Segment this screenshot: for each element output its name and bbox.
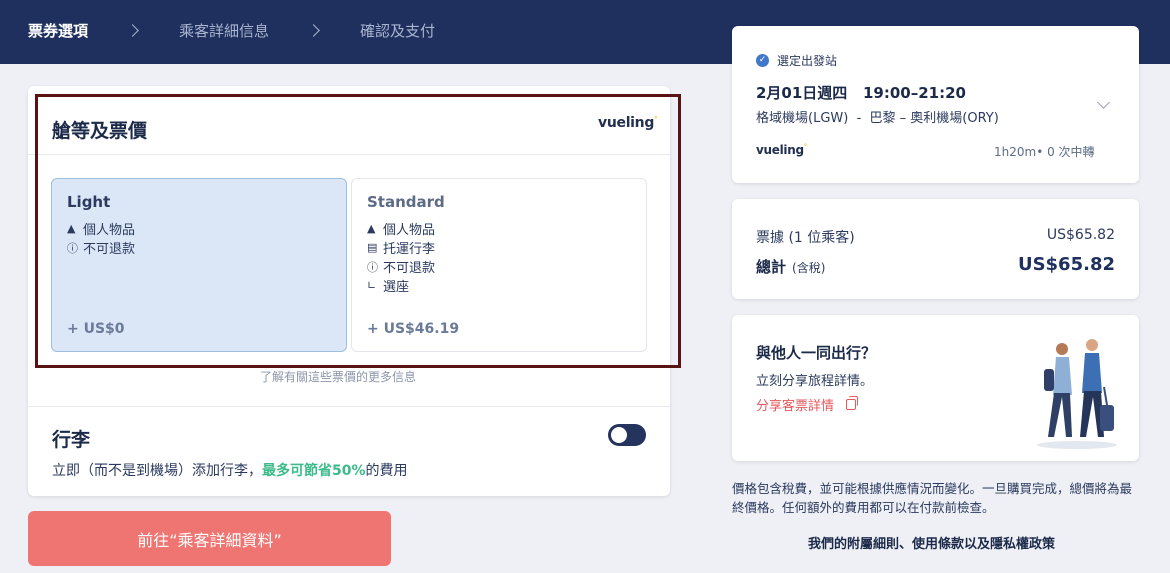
share-trip-card: 與他人一同出行？ 立刻分享旅程詳情。 分享客票詳情 [732, 315, 1139, 461]
selected-departure-label: ✓ 選定出發站 [756, 52, 837, 69]
flight-duration: 1h20m• 0 次中轉 [994, 145, 1095, 159]
divider [28, 406, 670, 407]
chevron-right-icon [307, 24, 320, 37]
selected-flight-card[interactable]: ✓ 選定出發站 2月01日週四 19:00–21:20 格域機場(LGW) - 巴… [732, 26, 1139, 183]
step-confirm-pay[interactable]: 確認及支付 [360, 20, 435, 41]
chevron-down-icon[interactable] [1097, 96, 1110, 109]
chevron-right-icon [126, 24, 139, 37]
total-price: US$65.82 [1017, 254, 1115, 275]
highlight-frame [35, 94, 681, 368]
baggage-title: 行李 [52, 429, 91, 451]
baggage-toggle[interactable] [608, 424, 646, 446]
toggle-knob [611, 427, 627, 443]
share-subtitle: 立刻分享旅程詳情。 [756, 374, 874, 389]
policy-links[interactable]: 我們的附屬細則、使用條款以及隱私權政策 [808, 533, 1055, 552]
check-circle-icon: ✓ [756, 54, 769, 67]
ticket-label: 票據 (1 位乘客) [756, 230, 855, 246]
flight-route: 格域機場(LGW) - 巴黎 – 奧利機場(ORY) [756, 111, 999, 126]
flight-datetime: 2月01日週四 19:00–21:20 [756, 84, 966, 102]
baggage-description: 立即（而不是到機場）添加行李，最多可節省50%的費用 [52, 463, 408, 479]
continue-to-passenger-details-button[interactable]: 前往“乘客詳細資料” [28, 511, 391, 566]
learn-more-link[interactable]: 了解有關這些票價的更多信息 [260, 368, 416, 385]
share-title: 與他人一同出行？ [756, 344, 877, 362]
vueling-logo: vueling° [756, 143, 807, 157]
checkout-steps: 票券選項 乘客詳細信息 確認及支付 [28, 20, 435, 41]
ticket-price: US$65.82 [1046, 227, 1115, 243]
price-disclaimer: 價格包含稅費，並可能根據供應情況而變化。一旦購買完成，總價將為最終價格。任何額外… [732, 481, 1133, 515]
total-label: 總計 (含稅) [756, 258, 826, 276]
step-ticket-options[interactable]: 票券選項 [28, 20, 88, 41]
copy-icon [846, 396, 859, 410]
share-ticket-link[interactable]: 分享客票詳情 [756, 395, 859, 414]
step-passenger-details[interactable]: 乘客詳細信息 [179, 20, 269, 41]
price-summary-card: 票據 (1 位乘客) US$65.82 總計 (含稅) US$65.82 [732, 199, 1139, 299]
travelers-illustration-icon [1037, 339, 1117, 449]
